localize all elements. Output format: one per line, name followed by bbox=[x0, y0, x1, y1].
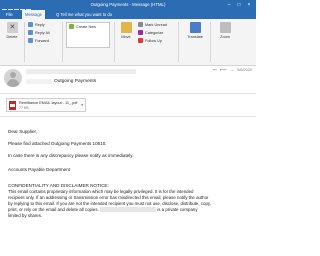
forward-button[interactable]: Forward bbox=[28, 38, 49, 45]
categorize-button[interactable]: Categorize bbox=[138, 30, 163, 37]
ribbon-tabs: File Message Q Tell me what you want to … bbox=[0, 10, 256, 19]
greeting: Dear Supplier, bbox=[8, 129, 38, 134]
header-actions: ↩ ↩↩ → bbox=[210, 67, 234, 72]
delete-button[interactable]: ✕ Delete bbox=[3, 22, 21, 39]
message-header: ↩ ↩↩ → 5/6/2020 Outgoing Payments bbox=[0, 66, 256, 93]
title-bar: Outgoing Payments - Message (HTML) – □ × bbox=[0, 0, 256, 14]
envelope-icon bbox=[138, 22, 143, 27]
minimize-button[interactable]: – bbox=[224, 0, 234, 10]
message-body: Dear Supplier, Please find attached Outg… bbox=[0, 117, 256, 256]
reply-icon bbox=[28, 22, 33, 27]
window-title: Outgoing Payments - Message (HTML) bbox=[90, 2, 166, 7]
redacted-sender bbox=[26, 69, 136, 74]
received-date: 5/6/2020 bbox=[237, 68, 252, 72]
body-line-1: Please find attached Outgoing Payments 1… bbox=[8, 141, 107, 146]
flag-icon bbox=[138, 38, 143, 43]
disclaimer-line: limited by shares. bbox=[8, 213, 43, 218]
attachment-item[interactable]: Remittance EMAIL layout - 11_.pdf 77 KB … bbox=[6, 98, 86, 112]
folder-icon bbox=[120, 22, 132, 33]
reply-all-button[interactable]: Reply All bbox=[28, 30, 50, 37]
categorize-icon bbox=[138, 30, 143, 35]
mark-unread-button[interactable]: Mark Unread bbox=[138, 22, 167, 29]
forward-icon[interactable]: → bbox=[230, 67, 234, 72]
signature: Accounts Payable Department bbox=[8, 167, 71, 172]
attachment-name: Remittance EMAIL layout - 11_.pdf bbox=[19, 101, 78, 105]
reply-button[interactable]: Reply bbox=[28, 22, 45, 29]
close-button[interactable]: × bbox=[244, 0, 254, 10]
redacted-company bbox=[100, 207, 157, 212]
translate-icon bbox=[189, 22, 201, 33]
window-controls: – □ × bbox=[214, 0, 254, 10]
maximize-button[interactable]: □ bbox=[234, 0, 244, 10]
reply-icon[interactable]: ↩ bbox=[213, 67, 217, 72]
quick-access-toolbar bbox=[2, 1, 42, 14]
tab-message[interactable]: Message bbox=[22, 10, 45, 19]
chevron-down-icon[interactable]: ▾ bbox=[81, 103, 83, 107]
attachment-bar: Remittance EMAIL layout - 11_.pdf 77 KB … bbox=[0, 93, 256, 117]
ribbon: ✕ Delete Reply Reply All Forward Create … bbox=[0, 19, 256, 66]
magnifier-icon bbox=[219, 22, 231, 33]
translate-button[interactable]: Translate bbox=[184, 22, 206, 39]
create-new-quick-step[interactable]: Create New bbox=[69, 24, 96, 31]
redacted-to bbox=[26, 79, 52, 84]
move-button[interactable]: Move bbox=[117, 22, 135, 39]
tab-file[interactable]: File bbox=[6, 10, 13, 19]
quick-steps-gallery[interactable]: Create New bbox=[66, 22, 110, 48]
pdf-icon bbox=[9, 101, 16, 110]
reply-all-icon bbox=[28, 30, 33, 35]
reply-all-icon[interactable]: ↩↩ bbox=[220, 67, 227, 72]
attachment-size: 77 KB bbox=[19, 106, 29, 110]
tab-tell-me[interactable]: Q Tell me what you want to do bbox=[56, 10, 112, 19]
body-line-2: In case there is any discrepancy please … bbox=[8, 153, 134, 158]
forward-icon bbox=[28, 38, 33, 43]
lightning-icon bbox=[69, 24, 74, 29]
zoom-button[interactable]: Zoom bbox=[216, 22, 234, 39]
follow-up-button[interactable]: Follow Up bbox=[138, 38, 162, 45]
message-subject: Outgoing Payments bbox=[54, 79, 97, 84]
delete-icon: ✕ bbox=[6, 22, 18, 33]
sender-avatar bbox=[4, 69, 22, 87]
